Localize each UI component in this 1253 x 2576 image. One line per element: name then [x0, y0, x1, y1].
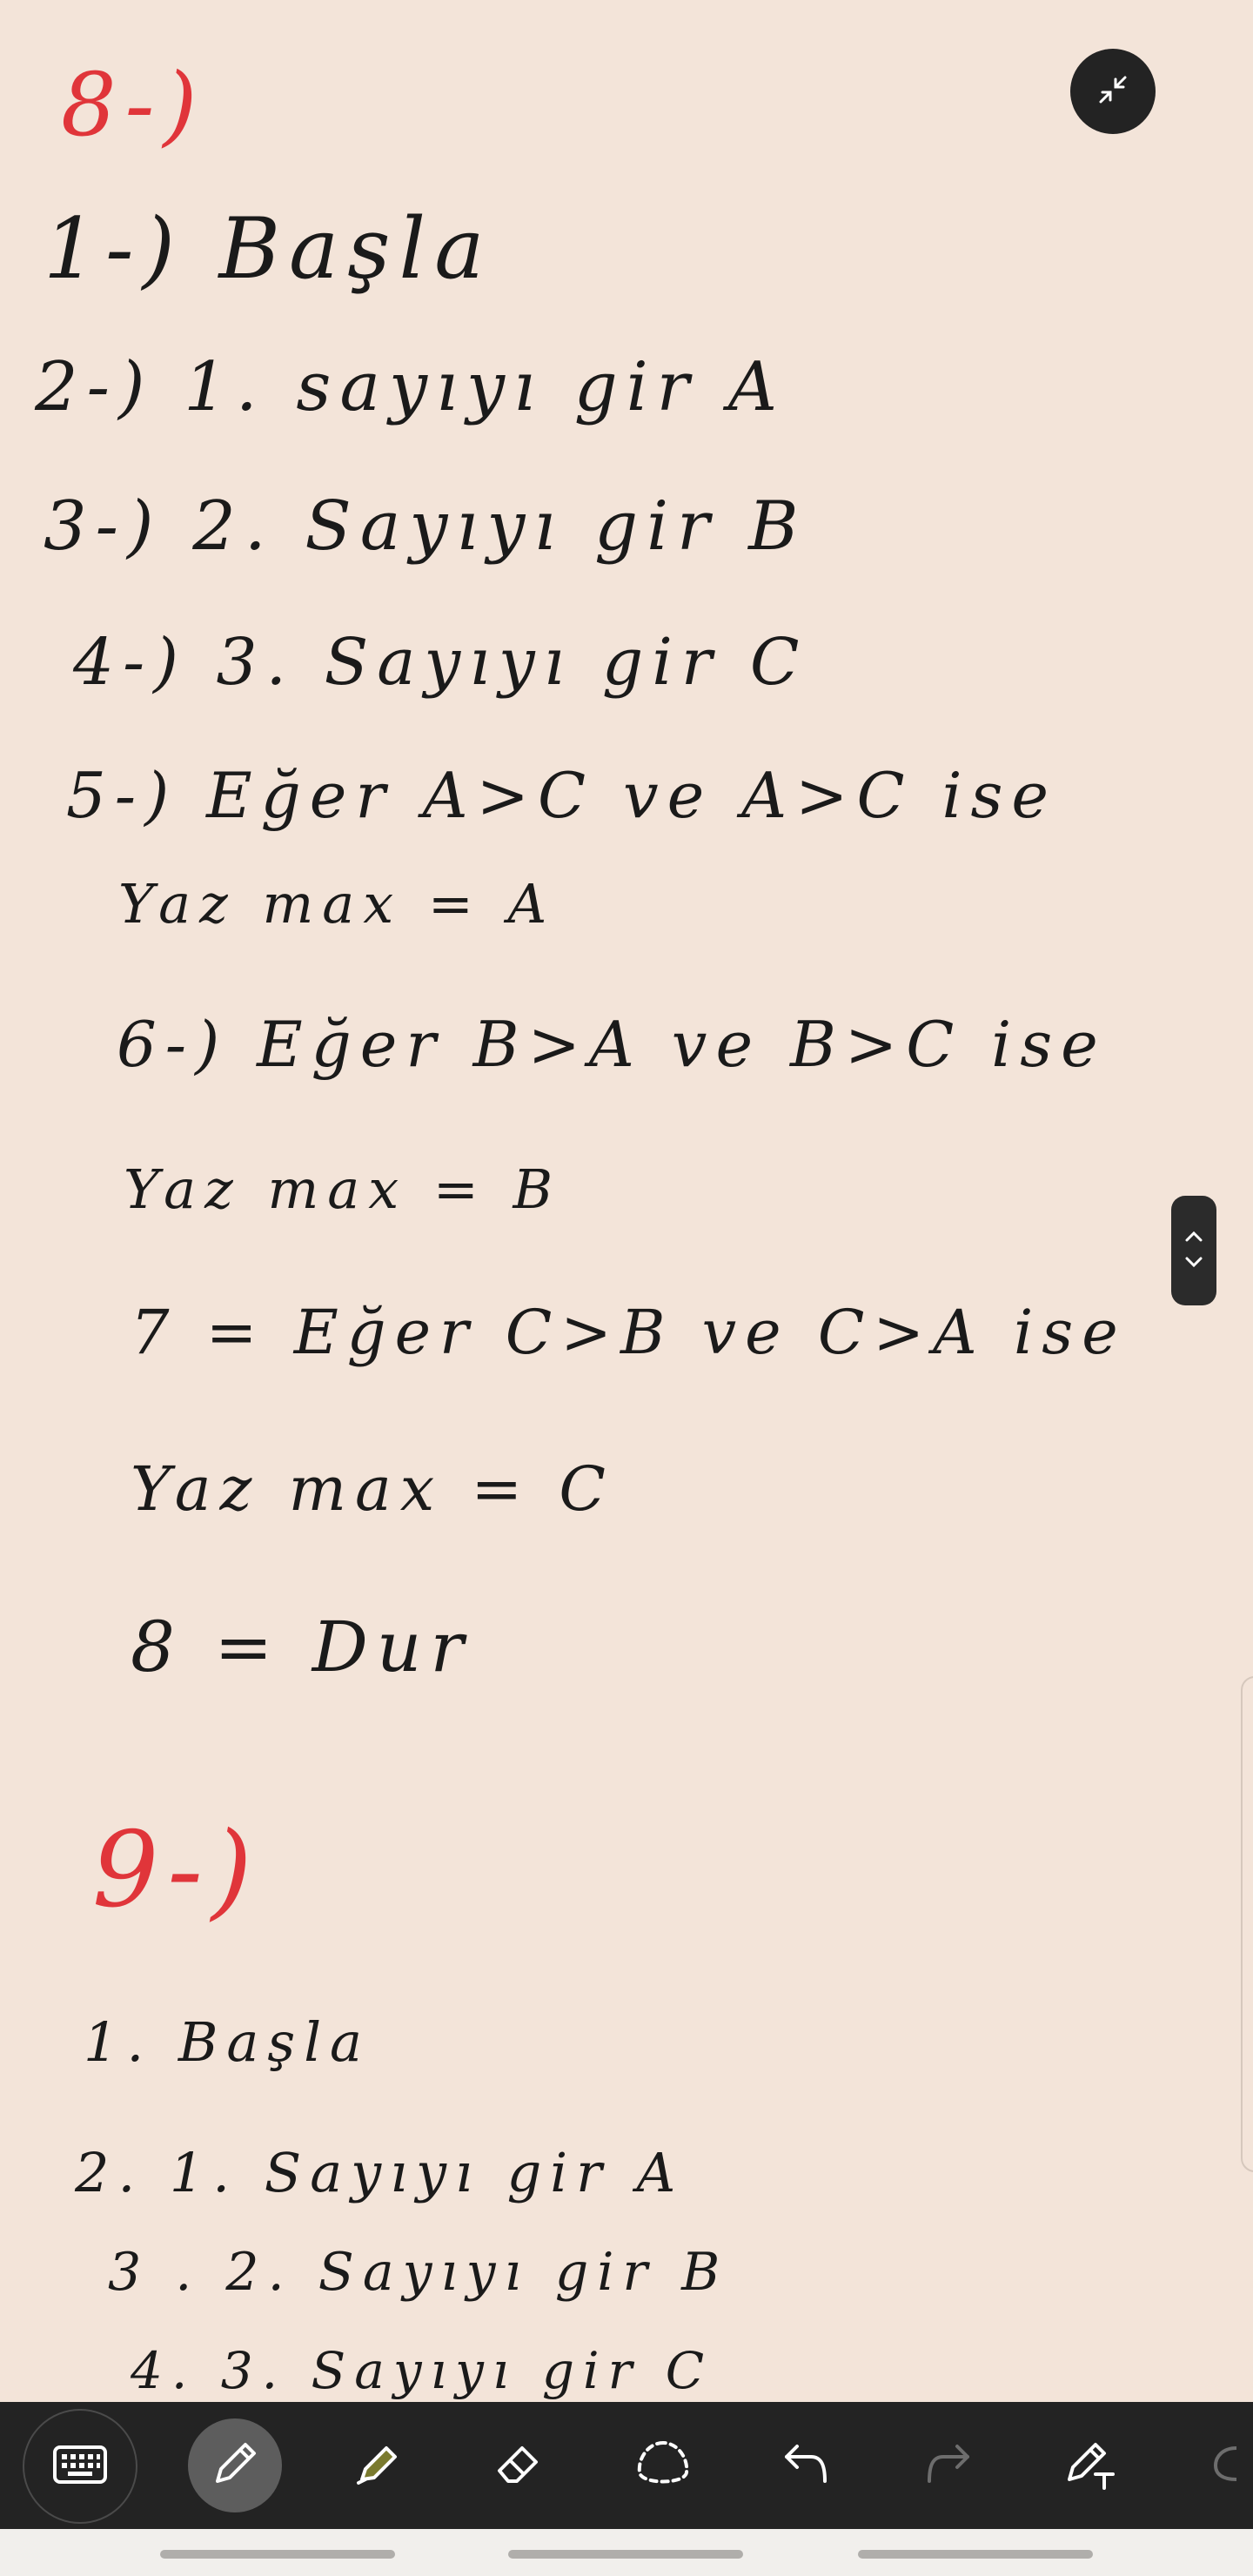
- nav-gesture-pill[interactable]: [858, 2550, 1093, 2559]
- system-navigation-bar: [0, 2529, 1253, 2576]
- redo-button[interactable]: [901, 2418, 995, 2512]
- lasso-select-icon: [633, 2436, 694, 2495]
- handwritten-line: 8-): [61, 54, 206, 156]
- collapse-arrows-icon: [1096, 72, 1130, 111]
- handwritten-line: 4. 3. Sayıyı gir C: [131, 2341, 714, 2400]
- handwritten-line: Yaz max = C: [131, 1453, 614, 1525]
- handwritten-line: 1. Başla: [84, 2010, 371, 2074]
- pen-icon: [207, 2436, 263, 2495]
- drawing-toolbar: [0, 2402, 1253, 2529]
- handwritten-line: 2-) 1. sayıyı gir A: [35, 348, 787, 426]
- chevron-down-icon: [1184, 1255, 1203, 1271]
- keyboard-icon: [52, 2445, 108, 2488]
- handwritten-line: 9-): [92, 1810, 261, 1931]
- eraser-tool-button[interactable]: [472, 2418, 566, 2512]
- keyboard-button[interactable]: [23, 2409, 137, 2524]
- handwritten-line: 5-) Eğer A>C ve A>C ise: [66, 759, 1058, 832]
- handwritten-line: 6-) Eğer B>A ve B>C ise: [117, 1008, 1107, 1081]
- undo-icon: [778, 2436, 834, 2495]
- handwritten-line: 1-) Başla: [44, 200, 493, 298]
- lasso-tool-button[interactable]: [616, 2418, 710, 2512]
- handwritten-line: Yaz max = B: [124, 1157, 562, 1221]
- scroll-handle[interactable]: [1171, 1196, 1216, 1305]
- eraser-icon: [491, 2436, 546, 2495]
- nav-gesture-pill[interactable]: [508, 2550, 743, 2559]
- handwritten-line: 3 . 2. Sayıyı gir B: [108, 2242, 729, 2303]
- pen-to-text-icon: [1061, 2436, 1122, 2495]
- handwritten-line: 3-) 2. Sayıyı gir B: [44, 487, 807, 566]
- redo-icon: [921, 2436, 976, 2495]
- handwritten-line: 2. 1. Sayıyı gir A: [75, 2141, 685, 2204]
- pen-to-text-button[interactable]: [1044, 2418, 1138, 2512]
- highlighter-icon: [350, 2436, 405, 2495]
- pen-tool-button[interactable]: [188, 2418, 282, 2512]
- note-canvas[interactable]: 8-) 1-) Başla 2-) 1. sayıyı gir A 3-) 2.…: [0, 0, 1253, 2402]
- undo-button[interactable]: [759, 2418, 853, 2512]
- chevron-up-icon: [1184, 1230, 1203, 1246]
- handwritten-line: 8 = Dur: [131, 1607, 472, 1687]
- handwritten-line: Yaz max = A: [118, 872, 556, 936]
- more-tools-icon: [1205, 2436, 1240, 2495]
- collapse-button[interactable]: [1070, 49, 1156, 134]
- handwritten-line: 4-) 3. Sayıyı gir C: [73, 625, 808, 700]
- highlighter-tool-button[interactable]: [331, 2418, 425, 2512]
- handwritten-line: 7 = Eğer C>B ve C>A ise: [131, 1297, 1127, 1368]
- nav-gesture-pill[interactable]: [160, 2550, 395, 2559]
- more-tools-button[interactable]: [1192, 2418, 1253, 2512]
- side-panel-tab[interactable]: [1241, 1676, 1253, 2172]
